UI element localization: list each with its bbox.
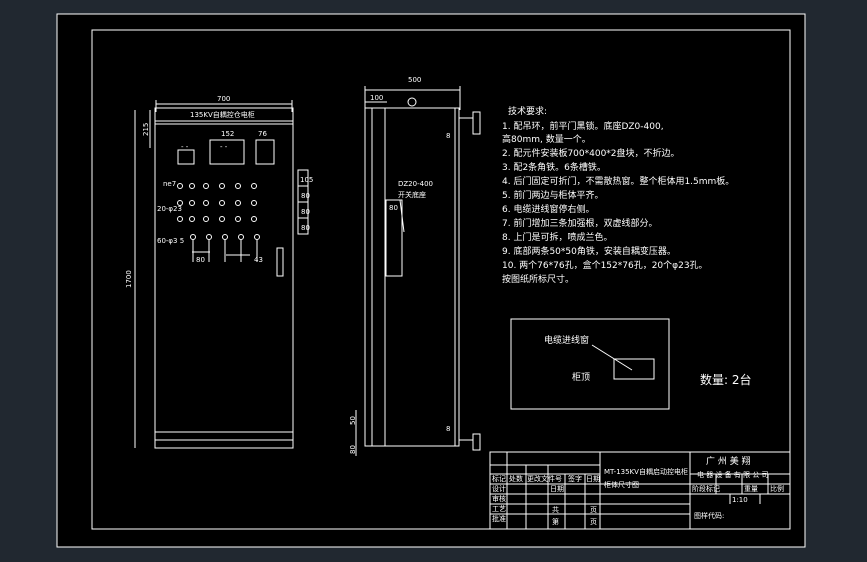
tech-item-7: 7. 前门增加三条加强根，双虚线部分。: [502, 217, 657, 229]
tb-stage-2: 重量: [744, 485, 758, 493]
tech-item-9: 9. 底部两条50*50角铁，安装自耦变压器。: [502, 245, 676, 257]
tb-scale: 1:10: [732, 496, 748, 504]
tb-row-5: 日期: [586, 475, 600, 483]
tb-stage-3: 比例: [770, 484, 784, 493]
dz-sub: 开关底座: [398, 190, 426, 199]
label-60-3: 60-φ3 5: [157, 237, 184, 245]
tb-row-3: 更改文件号: [527, 474, 562, 483]
tech-heading: 技术要求:: [508, 105, 547, 117]
side-dim-105: 105: [300, 176, 313, 184]
side-dim-80a: 80: [301, 192, 310, 200]
quantity-label: 数量: 2台: [700, 372, 752, 387]
tech-item-6: 6. 电缆进线窗停右侧。: [502, 203, 594, 215]
tb-row-4: 签字: [568, 474, 582, 483]
tb-sheet-total: 共: [552, 505, 559, 514]
tb-sheet-unit-2: 页: [590, 518, 597, 526]
side-dim-8-top: 8: [446, 132, 450, 140]
label-ne7: ne7: [163, 180, 176, 188]
tech-item-10b: 按图纸所标尺寸。: [502, 273, 574, 285]
tb-sheet-unit-1: 页: [590, 506, 597, 514]
tb-drawing-name-1: MT-135KV自耦启动控电柜: [604, 467, 688, 476]
side-width: 500: [408, 76, 421, 84]
tb-left-4: 批准: [492, 514, 506, 523]
detail-cabinet-label: 柜顶: [572, 371, 590, 383]
side-dim-80b: 80: [301, 208, 310, 216]
front-dim-215: 215: [142, 123, 150, 136]
dim-43-front: 43: [254, 256, 263, 264]
tech-item-4: 4. 后门固定可折门，不需散热窗。整个柜体用1.5mm板。: [502, 175, 734, 187]
tech-item-5: 5. 前门两边与柜体平齐。: [502, 189, 603, 201]
tb-left-1: 设计: [492, 484, 506, 493]
tech-item-10: 10. 两个76*76孔，盒个152*76孔，20个φ23孔。: [502, 259, 708, 271]
dim-80-front: 80: [196, 256, 205, 264]
front-dash-2: - -: [220, 143, 228, 151]
tb-left-3: 工艺: [492, 505, 506, 513]
tb-company-2: 电 器 设 备 有 限 公 司: [697, 470, 769, 479]
front-height-label: 1700: [125, 270, 133, 288]
front-dash-1: - -: [181, 143, 189, 151]
dz-label: DZ20-400: [398, 180, 433, 188]
side-dim-80c: 80: [301, 224, 310, 232]
tb-drawing-name-2: 柜体尺寸图: [604, 480, 639, 489]
sheet-outer: [56, 13, 806, 548]
front-nameplate: 135KV自耦控仓电柜: [190, 110, 255, 119]
front-w152: 152: [221, 130, 234, 138]
side-dim-50: 50: [349, 416, 357, 425]
tb-stage-1: 阶段标记: [692, 484, 720, 493]
side-w100: 100: [370, 94, 383, 102]
tech-item-3: 3. 配2条角铁。6条槽铁。: [502, 161, 606, 173]
tb-left-5: 日期: [550, 485, 564, 493]
tech-item-1: 1. 配吊环，前平门黑锁。底座DZ0-400,: [502, 120, 664, 132]
tech-item-8: 8. 上门是可拆，喷成兰色。: [502, 231, 612, 243]
tb-drawing-no: 图样代码:: [694, 511, 724, 520]
tb-company-1: 广 州 美 翔: [706, 455, 751, 467]
detail-window-label: 电缆进线窗: [544, 334, 589, 346]
tb-row-1: 标记: [492, 474, 506, 483]
cad-drawing: 700 215 1700 135KV自耦控仓电柜 - - - - 152 76 …: [56, 13, 806, 548]
tb-row-2: 处数: [509, 474, 523, 483]
side-dim-8-bottom: 8: [446, 425, 450, 433]
tech-item-1b: 高80mm, 数量一个。: [502, 133, 591, 145]
label-20-23: 20-φ23: [157, 205, 182, 213]
side-dim-80: 80: [349, 445, 357, 454]
dz-80: 80: [389, 204, 398, 212]
tb-left-2: 审核: [492, 494, 506, 503]
tb-sheet-page: 第: [552, 517, 559, 526]
front-width-label: 700: [217, 95, 230, 103]
front-w76: 76: [258, 130, 267, 138]
tech-item-2: 2. 配元件安装板700*400*2盘块，不折边。: [502, 147, 680, 159]
